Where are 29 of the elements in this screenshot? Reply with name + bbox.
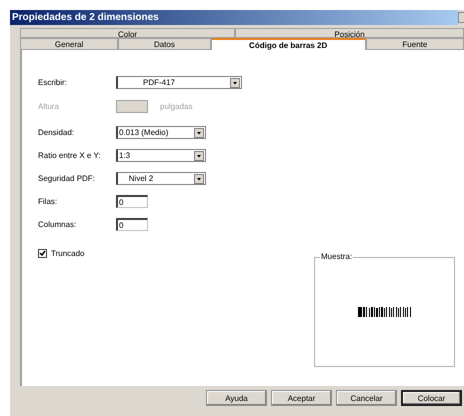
- dialog-button[interactable]: Colocar: [401, 390, 462, 406]
- dialog-button[interactable]: Cancelar: [336, 390, 397, 406]
- unit-label: pulgadas: [160, 102, 192, 111]
- window-title: Propiedades de 2 dimensiones: [10, 10, 458, 25]
- input-field[interactable]: 0: [116, 195, 148, 208]
- dropdown[interactable]: 0.013 (Medio): [116, 126, 206, 139]
- dropdown[interactable]: PDF-417: [116, 76, 242, 89]
- input-field[interactable]: 0: [116, 218, 148, 231]
- checkbox-label: Truncado: [51, 249, 84, 258]
- dropdown[interactable]: Nivel 2: [116, 172, 206, 185]
- field-label: Seguridad PDF:: [38, 174, 96, 183]
- dialog-button[interactable]: Ayuda: [206, 390, 267, 406]
- tab[interactable]: Fuente: [366, 38, 464, 50]
- dropdown[interactable]: 1:3: [116, 149, 206, 162]
- barcode-drawing: [358, 307, 412, 317]
- field-label: Filas:: [38, 197, 58, 206]
- tab[interactable]: Datos: [118, 38, 211, 50]
- tab[interactable]: General: [20, 38, 118, 50]
- tab[interactable]: Color: [20, 28, 236, 38]
- group-legend: Muestra:: [320, 252, 354, 261]
- field-label: Altura: [38, 102, 60, 111]
- field-label: Escribir:: [38, 78, 68, 87]
- field-label: Densidad:: [38, 128, 76, 137]
- field-label: Ratio entre X e Y:: [38, 151, 102, 160]
- tab[interactable]: Posición: [235, 28, 464, 38]
- tab[interactable]: Código de barras 2D: [210, 38, 366, 50]
- field-label: Columnas:: [38, 220, 78, 229]
- dialog-button[interactable]: Aceptar: [271, 390, 332, 406]
- checkbox[interactable]: [38, 249, 47, 258]
